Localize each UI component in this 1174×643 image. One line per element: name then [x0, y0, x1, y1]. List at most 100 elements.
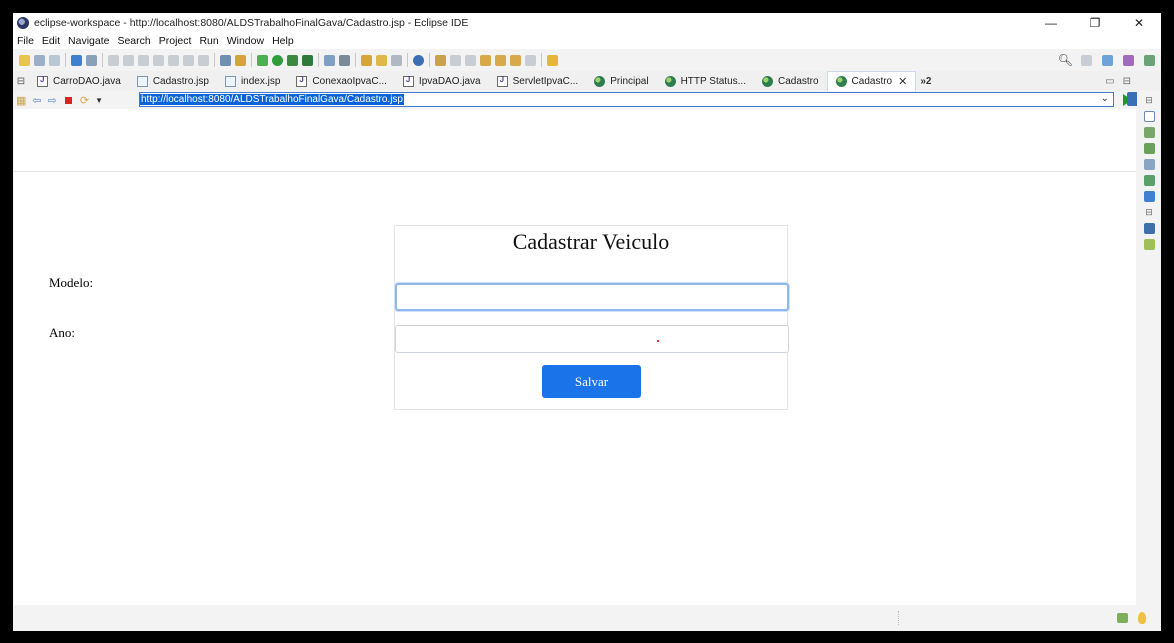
tab-principal[interactable]: Principal — [586, 71, 656, 91]
back-icon[interactable] — [480, 54, 491, 66]
editor-tab-bar: ⊟ CarroDAO.java Cadastro.jsp index.jsp C… — [13, 71, 1161, 91]
url-history-chevron-icon[interactable]: ⌄ — [1101, 93, 1109, 104]
menu-project[interactable]: Project — [155, 35, 196, 47]
nav-forward-icon[interactable] — [525, 54, 536, 66]
terminate-icon[interactable] — [138, 54, 149, 66]
resume-icon[interactable] — [108, 54, 119, 66]
tab-label: Principal — [610, 75, 649, 87]
external-tools-icon[interactable] — [302, 54, 313, 66]
menu-navigate[interactable]: Navigate — [64, 35, 113, 47]
minimize-button[interactable]: — — [1029, 13, 1073, 33]
tab-index-jsp[interactable]: index.jsp — [217, 71, 288, 91]
problems-icon[interactable] — [1143, 143, 1155, 154]
menu-file[interactable]: File — [13, 35, 38, 47]
tab-bar-controls: ▭ ⊟ — [1105, 71, 1131, 91]
menu-window[interactable]: Window — [223, 35, 268, 47]
progress-icon[interactable] — [1117, 613, 1128, 623]
tab-cadastro-jsp[interactable]: Cadastro.jsp — [129, 71, 217, 91]
open-folder-icon[interactable] — [376, 54, 387, 66]
task-list-icon[interactable] — [1143, 127, 1155, 138]
save-icon[interactable] — [34, 54, 45, 66]
suspend-icon[interactable] — [123, 54, 134, 66]
prev-annotation-icon[interactable] — [465, 54, 476, 66]
globe-icon — [594, 75, 606, 87]
run-icon[interactable] — [272, 54, 283, 66]
new-window-icon[interactable] — [547, 54, 558, 66]
last-edit-icon[interactable] — [510, 54, 521, 66]
globe-icon — [835, 76, 847, 87]
console-icon[interactable] — [1143, 191, 1155, 202]
menu-edit[interactable]: Edit — [38, 35, 64, 47]
menu-run[interactable]: Run — [195, 35, 222, 47]
open-type-icon[interactable] — [361, 54, 372, 66]
view-menu-icon[interactable]: ⊟ — [1145, 95, 1153, 106]
javadoc-icon[interactable] — [1143, 159, 1155, 170]
forward-arrow-icon[interactable]: ⇨ — [48, 94, 57, 107]
minimize-view-icon[interactable]: ▭ — [1105, 76, 1114, 87]
tab-http-status[interactable]: HTTP Status... — [657, 71, 754, 91]
new-java-project-icon[interactable] — [324, 54, 335, 66]
perspective-icon[interactable] — [1081, 54, 1092, 66]
run-to-line-icon[interactable] — [235, 54, 246, 66]
tab-cadastro-active[interactable]: Cadastro ✕ — [826, 71, 917, 91]
skip-breakpoints-icon[interactable] — [86, 54, 97, 66]
stop-icon[interactable] — [64, 96, 72, 104]
content-divider — [14, 171, 1136, 172]
tab-carrodao[interactable]: CarroDAO.java — [29, 71, 129, 91]
declaration-icon[interactable] — [1143, 175, 1155, 186]
tab-ipvadao[interactable]: IpvaDAO.java — [395, 71, 489, 91]
step-into-icon[interactable] — [168, 54, 179, 66]
disconnect-icon[interactable] — [153, 54, 164, 66]
tip-bulb-icon[interactable] — [1138, 612, 1146, 624]
browser-icon[interactable] — [413, 54, 424, 66]
servers-view-icon[interactable] — [1143, 223, 1155, 234]
servers-icon[interactable] — [220, 54, 231, 66]
terminal-icon[interactable] — [71, 54, 82, 66]
menu-search[interactable]: Search — [113, 35, 154, 47]
chevron-down-icon[interactable]: ▼ — [95, 96, 103, 105]
save-button[interactable]: Salvar — [542, 365, 641, 398]
tab-close-icon[interactable]: ✕ — [898, 75, 907, 88]
back-arrow-icon[interactable]: ⇦ — [32, 94, 41, 107]
tab-cadastro-browser[interactable]: Cadastro — [754, 71, 827, 91]
step-return-icon[interactable] — [198, 54, 209, 66]
tab-label: index.jsp — [240, 75, 281, 87]
tab-servlet[interactable]: ServletIpvaC... — [489, 71, 587, 91]
browser-address-bar: ▦ ⇦ ⇨ ⟳ ▼ http://localhost:8080/ALDSTrab… — [13, 91, 1141, 109]
tab-conexao[interactable]: ConexaoIpvaC... — [288, 71, 395, 91]
search-icon[interactable]: 🔍︎ — [1058, 53, 1073, 67]
new-class-icon[interactable] — [339, 54, 350, 66]
save-all-icon[interactable] — [49, 54, 60, 66]
annotation-icon[interactable] — [435, 54, 446, 66]
java-file-icon — [296, 75, 308, 87]
maximize-view-icon[interactable]: ⊟ — [1123, 76, 1131, 87]
java-ee-perspective-icon[interactable] — [1102, 54, 1113, 66]
java-perspective-icon[interactable] — [1144, 54, 1155, 66]
close-button[interactable]: ✕ — [1117, 13, 1161, 33]
cursor-dot — [657, 340, 659, 342]
coverage-icon[interactable] — [287, 54, 298, 66]
browser-icon: ▦ — [16, 94, 27, 107]
right-trim-bar: ⊟ ⊟ — [1137, 91, 1161, 631]
debug-icon[interactable] — [257, 54, 268, 66]
step-over-icon[interactable] — [183, 54, 194, 66]
tab-list-icon[interactable]: ⊟ — [13, 76, 29, 87]
ano-input[interactable] — [395, 325, 789, 353]
debug-perspective-icon[interactable] — [1123, 54, 1134, 66]
forward-icon[interactable] — [495, 54, 506, 66]
toolbar-separator — [355, 53, 356, 67]
tab-label: ConexaoIpvaC... — [312, 75, 387, 87]
refresh-icon[interactable]: ⟳ — [80, 94, 89, 107]
url-input[interactable]: http://localhost:8080/ALDSTrabalhoFinalG… — [139, 92, 1114, 107]
data-source-icon[interactable] — [1143, 239, 1155, 250]
view-menu-icon-2[interactable]: ⊟ — [1145, 207, 1153, 218]
search-tool-icon[interactable] — [391, 54, 402, 66]
next-annotation-icon[interactable] — [450, 54, 461, 66]
tab-label: Cadastro — [851, 76, 893, 87]
outline-icon[interactable] — [1143, 111, 1155, 122]
tab-overflow[interactable]: »2 — [916, 76, 931, 87]
new-icon[interactable] — [19, 54, 30, 66]
menu-help[interactable]: Help — [268, 35, 298, 47]
modelo-input[interactable] — [395, 283, 789, 311]
maximize-button[interactable]: ❐ — [1073, 13, 1117, 33]
